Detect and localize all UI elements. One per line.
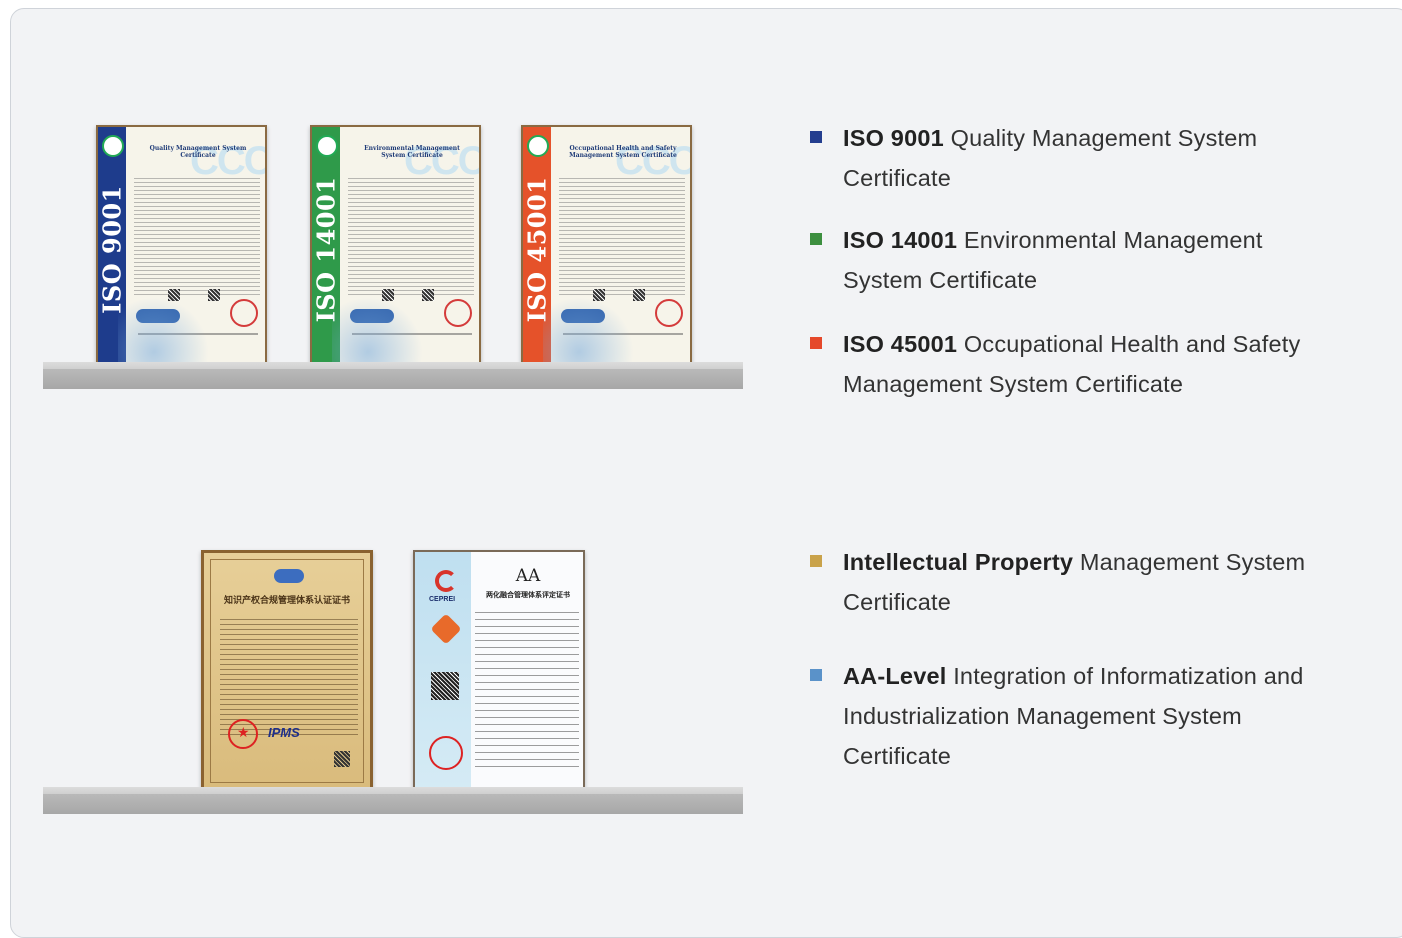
certificate-card-title: Quality Management System Certificate — [149, 145, 247, 159]
ipm-certificate-title: 知识产权合规管理体系认证证书 — [223, 595, 350, 605]
list-item-bold: AA-Level — [843, 663, 947, 689]
list-item: ISO 9001 Quality Management System Certi… — [809, 118, 1329, 198]
ceprei-logo-icon — [435, 570, 457, 592]
list-item: Intellectual Property Management System … — [809, 542, 1329, 622]
aa-certificate-title: AA — [515, 566, 541, 586]
ipms-logo: IPMS — [268, 725, 300, 740]
emblem-icon — [316, 135, 338, 157]
emblem-icon — [102, 135, 124, 157]
list-item-bold: ISO 9001 — [843, 125, 944, 151]
globe-watermark — [118, 296, 208, 366]
list-item: ISO 45001 Occupational Health and Safety… — [809, 324, 1329, 404]
top-shelf — [43, 362, 743, 389]
aa-level-certificate-image: CEPREI AA 两化融合管理体系评定证书 — [413, 550, 585, 792]
ceprei-logo-text: CEPREI — [429, 596, 456, 603]
bottom-shelf — [43, 787, 743, 814]
qr-code-icon — [431, 672, 459, 700]
iso-9001-certificate-image: ISO 9001 CCC Quality Management System C… — [96, 125, 267, 368]
certificate-list-top: ISO 9001 Quality Management System Certi… — [809, 118, 1329, 404]
globe-watermark — [543, 296, 633, 366]
list-item-bold: ISO 45001 — [843, 331, 958, 357]
certificate-body-text — [559, 175, 685, 295]
iso-45001-certificate-image: ISO 45001 CCC Occupational Health and Sa… — [521, 125, 692, 368]
qr-code-icon — [208, 289, 220, 301]
list-item-bold: Intellectual Property — [843, 549, 1074, 575]
certificate-card-title: Environmental Management System Certific… — [364, 145, 460, 159]
certificate-card-title: Occupational Health and Safety Managemen… — [569, 145, 677, 159]
square-bullet-icon — [810, 337, 825, 352]
square-bullet-icon — [810, 669, 825, 684]
red-seal-icon — [230, 299, 258, 327]
certificate-body-text — [220, 615, 358, 735]
certificate-body-text — [475, 606, 579, 770]
intellectual-property-certificate-image: 知识产权合规管理体系认证证书 ★ IPMS — [201, 550, 373, 792]
certificate-body-text — [134, 175, 260, 295]
red-seal-icon — [444, 299, 472, 327]
list-item-bold: ISO 14001 — [843, 227, 958, 253]
list-item: AA-Level Integration of Informatization … — [809, 656, 1313, 776]
globe-watermark — [332, 296, 422, 366]
emblem-icon — [274, 569, 304, 583]
qr-code-icon — [633, 289, 645, 301]
qr-code-icon — [334, 751, 350, 767]
list-item: ISO 14001 Environmental Management Syste… — [809, 220, 1329, 300]
qr-code-icon — [422, 289, 434, 301]
red-seal-icon — [655, 299, 683, 327]
certificate-body-text — [348, 175, 474, 295]
red-seal-icon — [429, 736, 463, 770]
aa-certificate-subtitle: 两化融合管理体系评定证书 — [486, 592, 570, 599]
square-bullet-icon — [810, 555, 825, 570]
iso-14001-certificate-image: ISO 14001 CCC Environmental Management S… — [310, 125, 481, 368]
square-bullet-icon — [810, 131, 825, 146]
emblem-icon — [527, 135, 549, 157]
square-bullet-icon — [810, 233, 825, 248]
star-icon: ★ — [237, 724, 250, 740]
certificate-list-bottom: Intellectual Property Management System … — [809, 542, 1329, 776]
